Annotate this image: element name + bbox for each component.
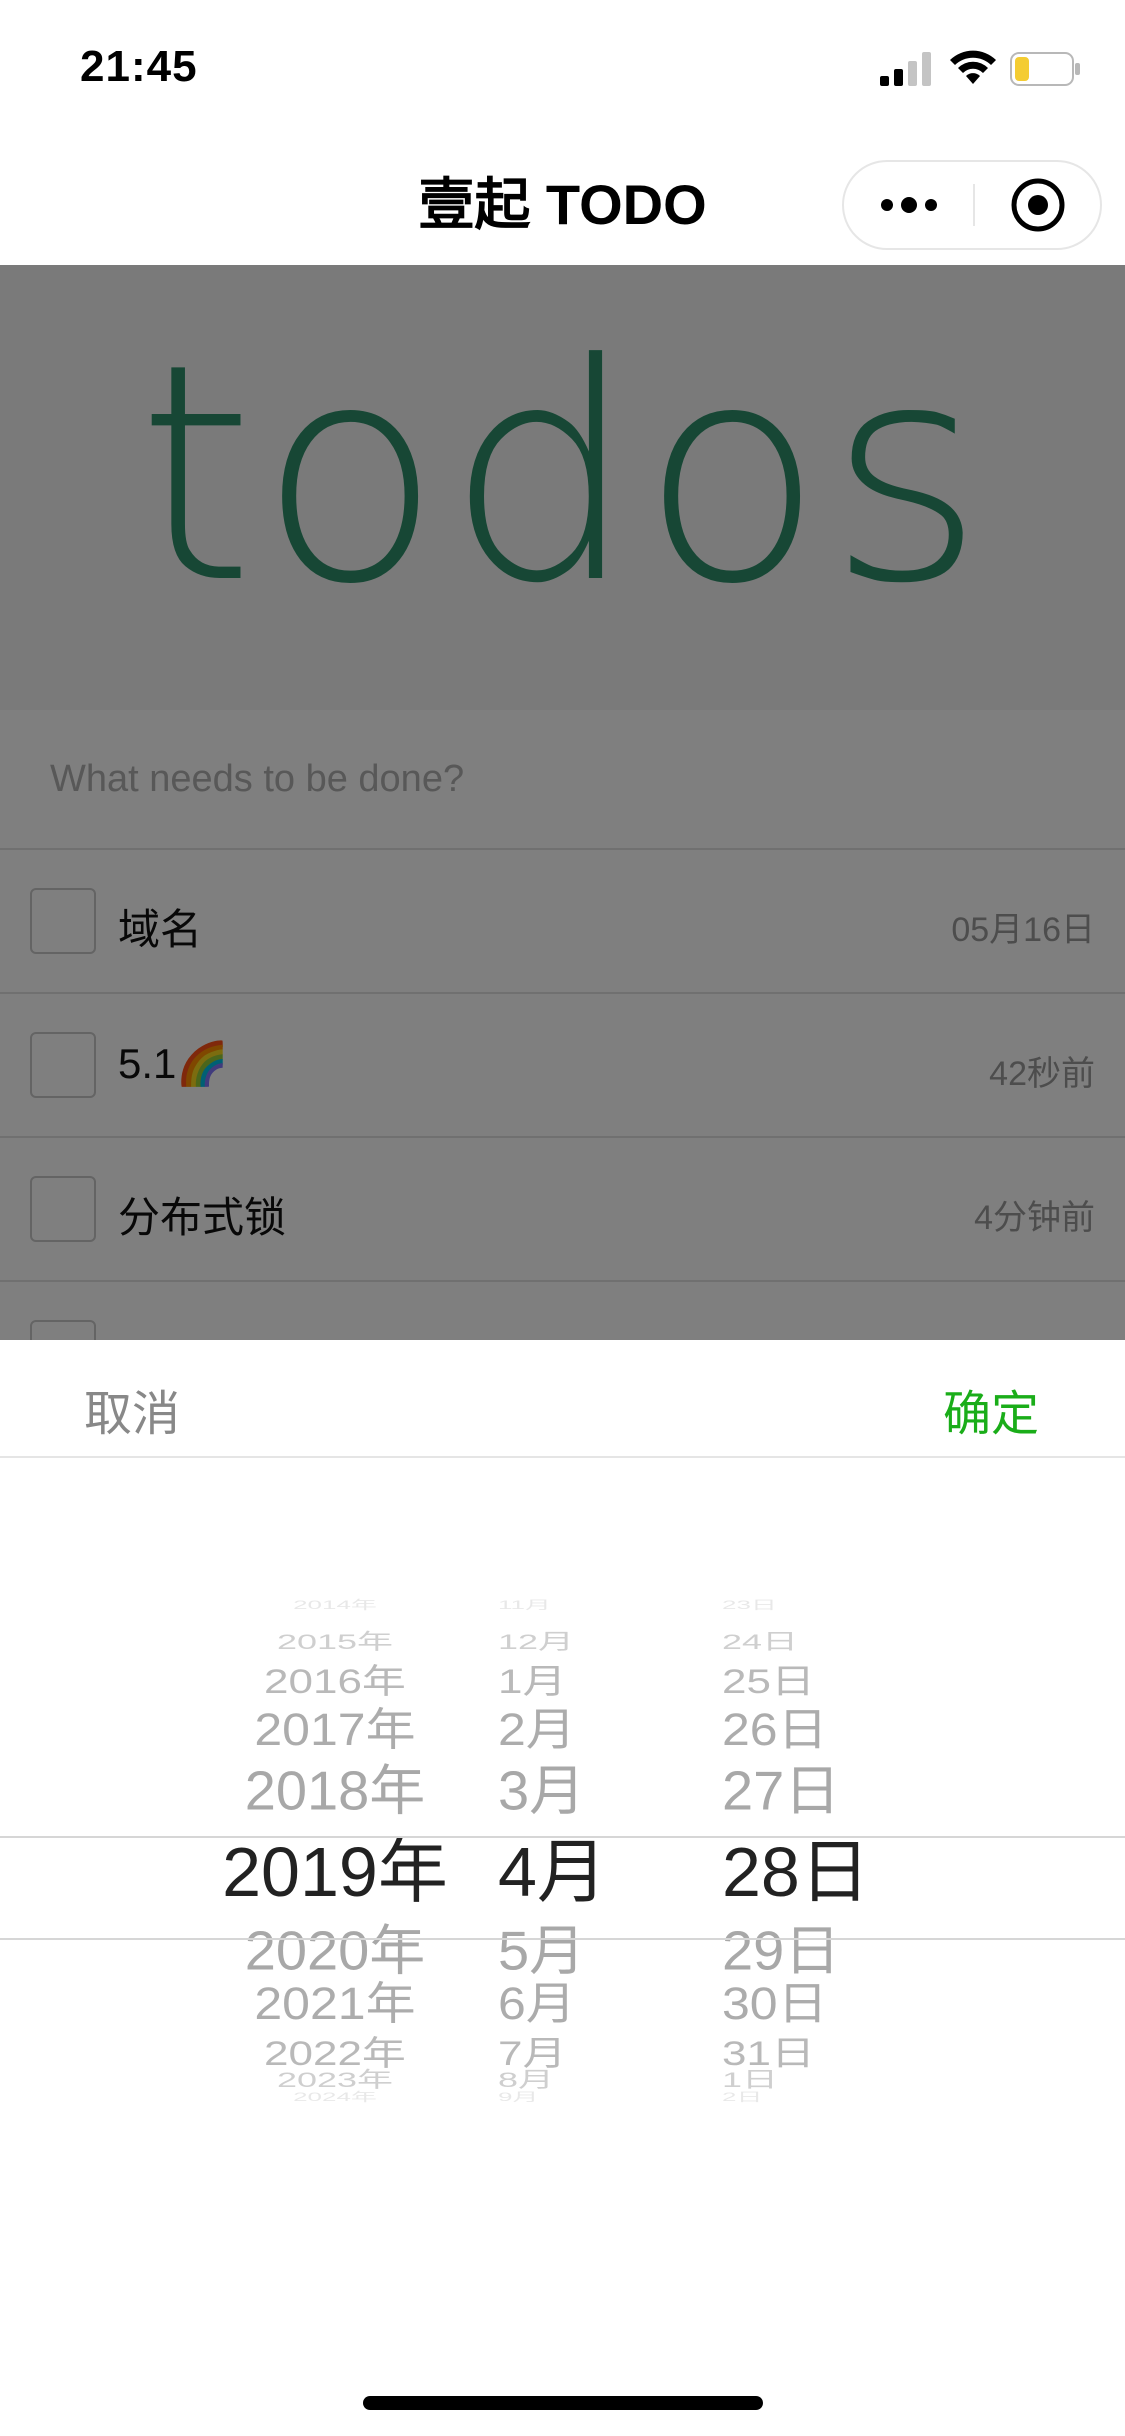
battery-icon <box>1010 52 1080 86</box>
cancel-button[interactable]: 取消 <box>84 1374 180 1444</box>
year-option[interactable]: 2019年 <box>200 1816 470 1917</box>
day-option[interactable]: 23日 <box>700 1596 900 1613</box>
date-picker: 取消 确定 2014年 2015年 2016年 2017年 2018年 2019年 2020… <box>0 1340 1125 2436</box>
day-wheel[interactable]: 23日 24日 25日 26日 27日 28日 29日 30日 31日 1日 2日 <box>700 1590 900 2150</box>
month-option[interactable]: 6月 <box>478 1968 648 2033</box>
day-option[interactable]: 30日 <box>700 1968 900 2033</box>
close-button[interactable] <box>974 162 1102 248</box>
more-button[interactable] <box>844 162 974 248</box>
year-option[interactable]: 2015年 <box>200 1624 470 1655</box>
month-wheel[interactable]: 11月 12月 1月 2月 3月 4月 5月 6月 7月 8月 9月 <box>478 1590 648 2150</box>
close-target-icon <box>1011 178 1065 232</box>
picker-wheels: 2014年 2015年 2016年 2017年 2018年 2019年 2020年 2021年… <box>0 1590 1125 2150</box>
mini-program-capsule <box>842 160 1102 250</box>
modal-overlay[interactable] <box>0 265 1125 1340</box>
wifi-icon <box>950 50 996 84</box>
selection-top-line <box>0 1836 1125 1838</box>
selection-bottom-line <box>0 1938 1125 1940</box>
day-option[interactable]: 27日 <box>700 1747 900 1826</box>
year-wheel[interactable]: 2014年 2015年 2016年 2017年 2018年 2019年 2020年 2021年… <box>200 1590 470 2150</box>
picker-header: 取消 确定 <box>0 1340 1125 1458</box>
cellular-signal-icon <box>880 52 931 86</box>
year-option[interactable]: 2014年 <box>200 1596 470 1613</box>
month-option[interactable]: 3月 <box>478 1747 648 1826</box>
home-indicator[interactable] <box>363 2396 763 2410</box>
status-time: 21:45 <box>80 42 198 91</box>
more-dots-icon <box>881 197 937 213</box>
year-option[interactable]: 2018年 <box>200 1747 470 1826</box>
day-option[interactable]: 2日 <box>700 2088 900 2105</box>
month-option[interactable]: 12月 <box>478 1624 648 1655</box>
status-bar: 21:45 <box>0 0 1125 130</box>
month-option[interactable]: 11月 <box>478 1596 648 1613</box>
day-option[interactable]: 24日 <box>700 1624 900 1655</box>
month-option[interactable]: 9月 <box>478 2088 648 2105</box>
year-option[interactable]: 2024年 <box>200 2088 470 2105</box>
year-option[interactable]: 2021年 <box>200 1968 470 2033</box>
navigation-bar: 壹起 TODO <box>0 130 1125 265</box>
confirm-button[interactable]: 确定 <box>943 1374 1039 1444</box>
day-option[interactable]: 28日 <box>700 1816 900 1917</box>
month-option[interactable]: 4月 <box>478 1816 648 1917</box>
